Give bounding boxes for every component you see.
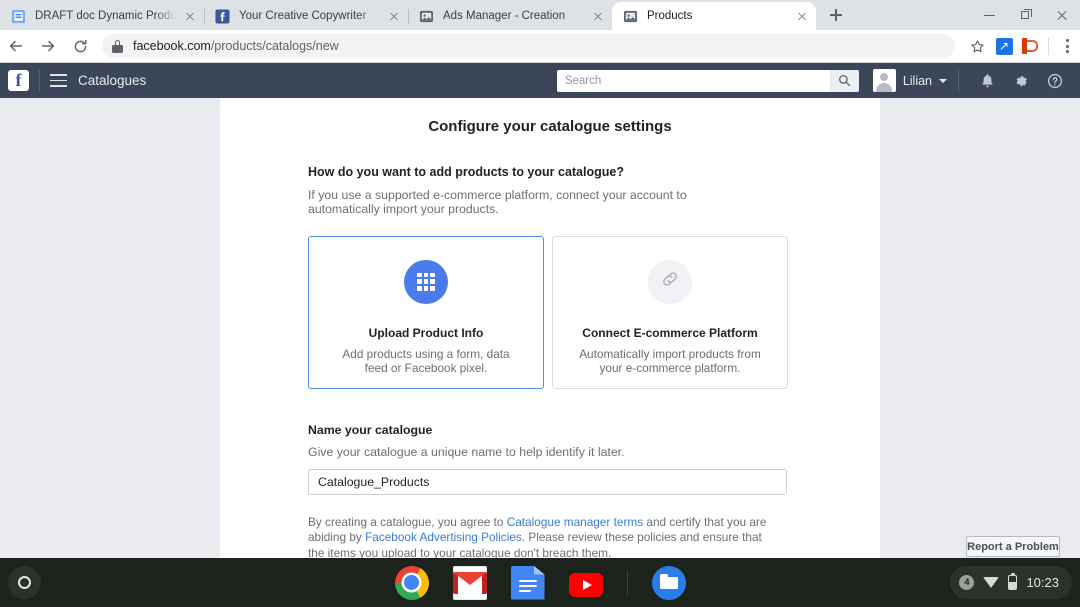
- catalogue-name-block: Name your catalogue Give your catalogue …: [308, 423, 792, 495]
- legal-disclaimer: By creating a catalogue, you agree to Ca…: [308, 515, 778, 562]
- bell-icon[interactable]: [976, 70, 998, 92]
- avatar: [872, 69, 896, 92]
- browser-tab-4[interactable]: Products: [612, 2, 816, 30]
- taskbar-divider: [626, 570, 628, 595]
- search-input[interactable]: [556, 69, 830, 92]
- close-window-button[interactable]: [1044, 0, 1080, 30]
- back-button[interactable]: [0, 30, 32, 62]
- report-a-problem-button[interactable]: Report a Problem: [966, 536, 1060, 557]
- forward-button[interactable]: [32, 30, 64, 62]
- page-section-title: Catalogues: [78, 73, 147, 88]
- legal-text-part1: By creating a catalogue, you agree to: [308, 514, 507, 529]
- header-divider: [958, 69, 959, 92]
- new-tab-button[interactable]: [822, 1, 850, 29]
- option-icon-wrap: [648, 259, 692, 304]
- add-products-description: If you use a supported e-commerce platfo…: [308, 188, 687, 217]
- content-panel: Configure your catalogue settings How do…: [220, 98, 880, 560]
- window-controls: [972, 0, 1080, 30]
- reload-button[interactable]: [64, 30, 96, 62]
- tab-title: Products: [647, 10, 693, 22]
- wifi-icon: [983, 577, 1000, 588]
- maximize-button[interactable]: [1008, 0, 1044, 30]
- gear-icon[interactable]: [1010, 70, 1032, 92]
- option-title: Upload Product Info: [368, 325, 484, 340]
- tab-close-icon[interactable]: [182, 8, 198, 24]
- tab-title: Ads Manager - Creation: [443, 10, 566, 22]
- facebook-icon: [214, 8, 230, 24]
- address-bar[interactable]: facebook.com /products/catalogs/new: [102, 34, 955, 58]
- browser-toolbar: facebook.com /products/catalogs/new: [0, 30, 1080, 63]
- toolbar-actions: [963, 32, 1080, 60]
- option-description: Automatically import products from your …: [579, 346, 761, 376]
- battery-icon: [1008, 572, 1018, 590]
- screen: DRAFT doc Dynamic Product Ads Your Creat…: [0, 0, 1080, 607]
- clock: 10:23: [1026, 575, 1059, 590]
- browser-tab-strip: DRAFT doc Dynamic Product Ads Your Creat…: [0, 0, 1080, 30]
- page-title: Configure your catalogue settings: [428, 118, 672, 135]
- lock-icon: [112, 39, 123, 53]
- chrome-icon[interactable]: [394, 565, 429, 600]
- user-name: Lilian: [902, 73, 932, 88]
- chevron-down-icon: [939, 78, 947, 83]
- tray-notification-badge: 4: [959, 575, 975, 590]
- facebook-page-icon: [418, 8, 434, 24]
- url-path: /products/catalogs/new: [210, 39, 339, 53]
- url-host: facebook.com: [133, 39, 211, 53]
- option-title: Connect E-commerce Platform: [582, 325, 758, 340]
- browser-tab-2[interactable]: Your Creative Copywriter: [204, 2, 408, 30]
- help-icon[interactable]: [1044, 70, 1066, 92]
- browser-menu-icon[interactable]: [1054, 32, 1080, 60]
- tab-close-icon[interactable]: [590, 8, 606, 24]
- tab-close-icon[interactable]: [386, 8, 402, 24]
- header-divider: [39, 69, 40, 92]
- search-box[interactable]: [556, 69, 859, 92]
- tab-close-icon[interactable]: [794, 8, 810, 24]
- add-method-options: Upload Product Info Add products using a…: [308, 235, 792, 389]
- tab-title: Your Creative Copywriter: [239, 10, 367, 22]
- search-icon[interactable]: [829, 69, 859, 92]
- office-extension-icon[interactable]: [1017, 32, 1043, 60]
- facebook-logo[interactable]: f: [8, 70, 29, 91]
- google-docs-icon[interactable]: [510, 565, 545, 600]
- files-icon[interactable]: [651, 565, 686, 600]
- youtube-icon[interactable]: [568, 573, 603, 597]
- minimize-button[interactable]: [972, 0, 1008, 30]
- add-products-heading: How do you want to add products to your …: [308, 165, 624, 179]
- user-menu[interactable]: Lilian: [872, 69, 947, 92]
- browser-tab-1[interactable]: DRAFT doc Dynamic Product Ads: [0, 2, 204, 30]
- browser-tab-3[interactable]: Ads Manager - Creation: [408, 2, 612, 30]
- facebook-header: f Catalogues Lilian: [0, 63, 1080, 98]
- catalogue-name-label: Name your catalogue: [308, 422, 433, 437]
- catalogue-name-hint: Give your catalogue a unique name to hel…: [308, 444, 625, 459]
- option-description: Add products using a form, data feed or …: [342, 346, 510, 376]
- taskbar-apps: [0, 558, 1080, 607]
- link-icon: [660, 269, 680, 294]
- header-right-group: Lilian: [556, 63, 1080, 98]
- bookmark-star-icon[interactable]: [963, 32, 991, 60]
- facebook-advertising-policies-link[interactable]: Facebook Advertising Policies: [365, 530, 522, 544]
- gmail-icon[interactable]: [452, 565, 487, 600]
- taskbar: 4 10:23: [0, 558, 1080, 607]
- docs-icon: [10, 8, 26, 24]
- tab-title: DRAFT doc Dynamic Product Ads: [35, 10, 176, 22]
- hamburger-icon[interactable]: [50, 74, 67, 87]
- option-connect-ecommerce-platform[interactable]: Connect E-commerce Platform Automaticall…: [552, 235, 788, 389]
- system-tray[interactable]: 4 10:23: [950, 566, 1072, 599]
- facebook-page-icon: [622, 8, 638, 24]
- catalogue-name-input[interactable]: [308, 468, 787, 495]
- option-upload-product-info[interactable]: Upload Product Info Add products using a…: [308, 235, 544, 389]
- option-icon-wrap: [404, 259, 448, 304]
- screenshot-extension-icon[interactable]: [991, 32, 1017, 60]
- toolbar-divider: [1048, 37, 1049, 55]
- grid-icon: [417, 272, 435, 291]
- catalogue-manager-terms-link[interactable]: Catalogue manager terms: [507, 515, 643, 529]
